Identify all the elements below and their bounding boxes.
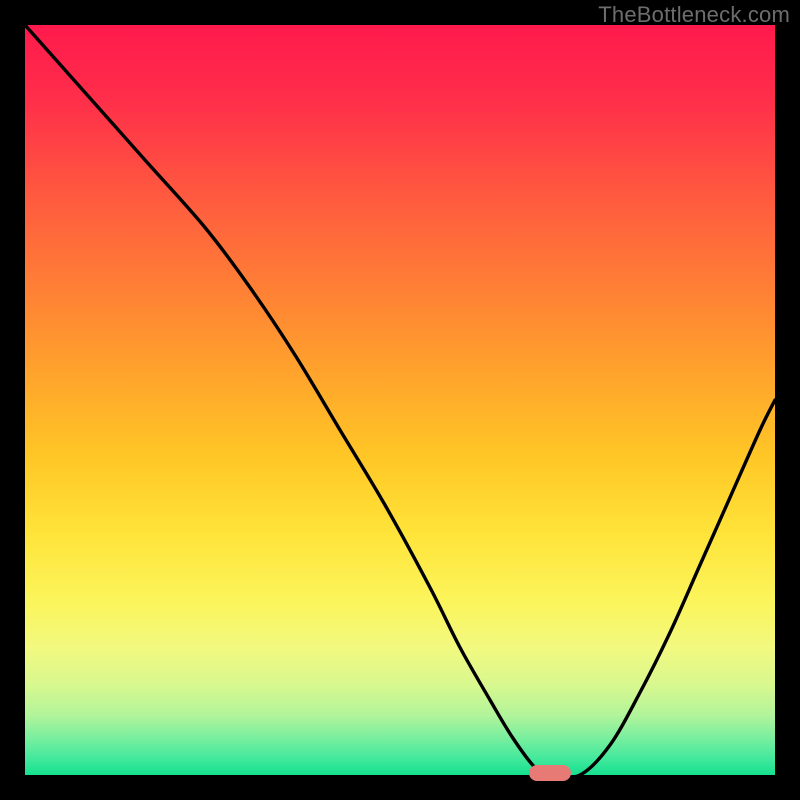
optimal-marker <box>529 765 571 781</box>
curve-svg <box>25 25 775 775</box>
chart-frame: TheBottleneck.com <box>0 0 800 800</box>
plot-area <box>25 25 775 775</box>
bottleneck-curve <box>25 25 775 778</box>
